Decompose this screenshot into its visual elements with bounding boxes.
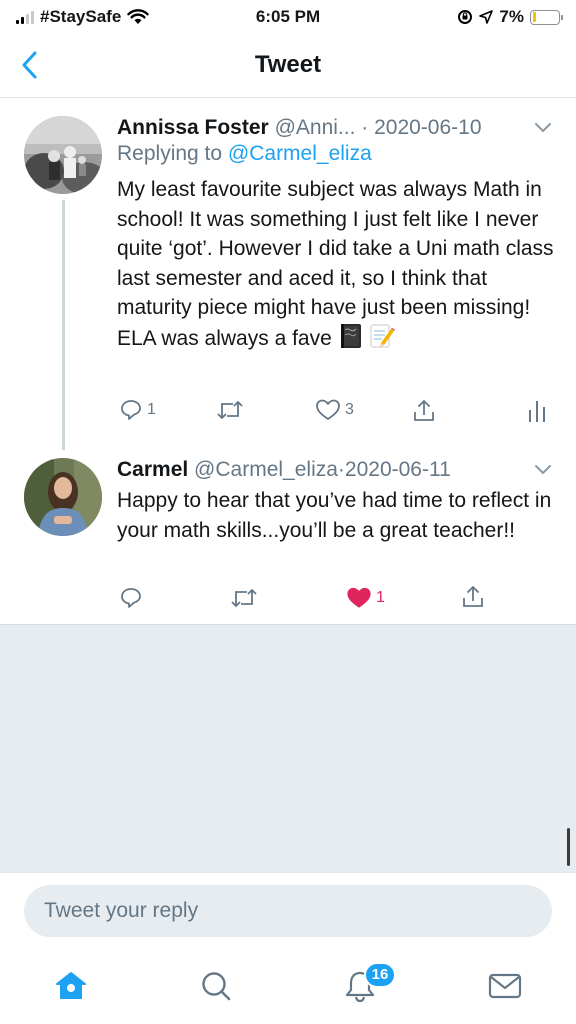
tweet-header: Carmel @Carmel_eliza · 2020-06-11 xyxy=(117,458,556,482)
reply-button[interactable]: 1 xyxy=(119,398,156,422)
analytics-button[interactable] xyxy=(527,398,547,424)
author-handle[interactable]: @Anni... xyxy=(275,116,356,140)
author-name[interactable]: Annissa Foster xyxy=(117,116,269,140)
like-button[interactable]: 1 xyxy=(346,586,385,610)
share-icon xyxy=(414,400,434,421)
thread-line xyxy=(62,200,65,450)
search-icon[interactable] xyxy=(198,968,234,1004)
tweet-date: 2020-06-11 xyxy=(344,458,451,481)
share-icon xyxy=(463,586,483,607)
reply-button[interactable] xyxy=(119,586,147,610)
retweet-icon xyxy=(217,401,243,419)
reply-count: 1 xyxy=(147,401,156,418)
status-bar: #StaySafe 6:05 PM 7% xyxy=(0,0,576,34)
nav-header: Tweet xyxy=(0,34,576,98)
battery-icon xyxy=(530,9,563,25)
retweet-button[interactable] xyxy=(216,398,244,422)
home-icon[interactable] xyxy=(53,968,89,1004)
page-title: Tweet xyxy=(254,51,322,78)
tweet-body: Annissa Foster @Anni... · 2020-06-10 Rep… xyxy=(117,116,556,353)
retweet-button[interactable] xyxy=(230,586,258,610)
separator-dot: · xyxy=(355,116,375,139)
share-button[interactable] xyxy=(412,398,436,424)
heart-filled-icon xyxy=(347,587,371,608)
status-bar-right: 7% xyxy=(457,7,563,27)
replying-to-label: Replying to xyxy=(117,142,228,165)
tab-bar xyxy=(0,950,576,1024)
like-count: 1 xyxy=(376,589,385,606)
like-button[interactable]: 3 xyxy=(315,398,354,422)
empty-area xyxy=(0,624,576,872)
messages-icon[interactable] xyxy=(487,968,523,1004)
location-icon xyxy=(479,10,494,24)
replying-to: Replying to @Carmel_eliza xyxy=(117,142,556,166)
separator-dot: · xyxy=(337,458,345,481)
tweet-annissa[interactable]: Annissa Foster @Anni... · 2020-06-10 Rep… xyxy=(0,98,576,450)
memo-emoji xyxy=(370,324,396,347)
tweet-text: Happy to hear that you’ve had time to re… xyxy=(117,489,552,542)
reply-icon xyxy=(121,588,141,608)
battery-percent: 7% xyxy=(499,7,524,26)
scroll-indicator[interactable] xyxy=(567,828,570,866)
notebook-emoji xyxy=(340,323,361,348)
retweet-icon xyxy=(231,589,257,607)
orientation-lock-icon xyxy=(458,10,473,24)
chevron-down-icon[interactable] xyxy=(534,464,552,476)
tweet-text: My least favourite subject was always Ma… xyxy=(117,175,556,353)
avatar[interactable] xyxy=(24,458,102,536)
reply-input[interactable] xyxy=(24,885,552,937)
tweet-carmel[interactable]: Carmel @Carmel_eliza · 2020-06-11 Happy to… xyxy=(0,450,576,624)
notifications-badge: 16 xyxy=(364,962,396,988)
reply-bar xyxy=(0,872,576,950)
replying-to-handle[interactable]: @Carmel_eliza xyxy=(228,142,372,165)
analytics-icon xyxy=(529,401,545,422)
heart-outline-icon xyxy=(316,399,340,420)
like-count: 3 xyxy=(345,401,354,418)
tweet-text-content: My least favourite subject was always Ma… xyxy=(117,178,554,350)
avatar[interactable] xyxy=(24,116,102,194)
author-name[interactable]: Carmel xyxy=(117,458,188,482)
chevron-down-icon[interactable] xyxy=(534,122,552,134)
share-button[interactable] xyxy=(461,584,485,610)
reply-icon xyxy=(121,400,141,420)
tweet-body: Carmel @Carmel_eliza · 2020-06-11 Happy to… xyxy=(117,458,556,545)
tweet-header: Annissa Foster @Anni... · 2020-06-10 xyxy=(117,116,556,140)
tweet-date: 2020-06-10 xyxy=(374,116,482,139)
author-handle[interactable]: @Carmel_eliza xyxy=(194,458,338,482)
